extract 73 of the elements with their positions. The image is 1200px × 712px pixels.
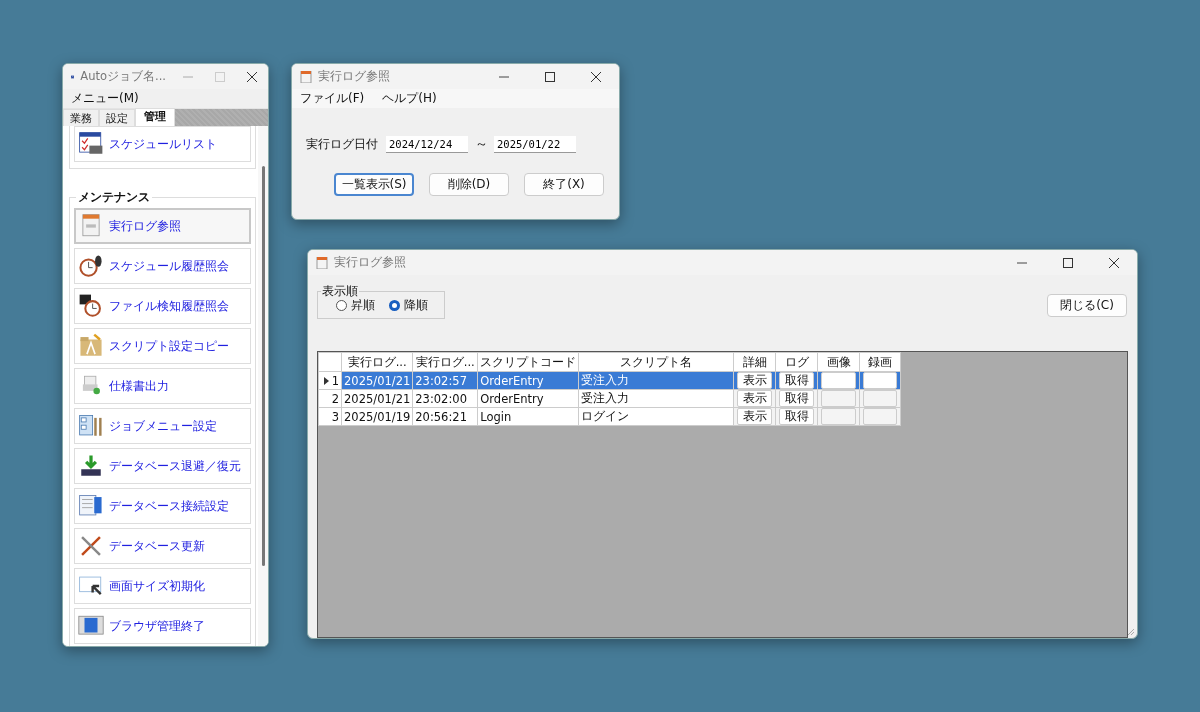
row-header[interactable]: 2 (318, 389, 342, 408)
menu-label: ブラウザ管理終了 (109, 618, 205, 634)
window-title: Autoジョブ名... (80, 69, 166, 84)
table-cell: ログイン (578, 407, 734, 426)
menu-label: 実行ログ参照 (109, 218, 181, 234)
menu-card[interactable]: 画面サイズ初期化 (74, 568, 251, 604)
menu-item[interactable]: メニュー(M) (69, 90, 141, 107)
cell-button[interactable]: 取得 (779, 372, 815, 389)
column-header[interactable]: 録画 (859, 352, 901, 372)
dialog-button[interactable]: 削除(D) (429, 173, 509, 196)
window-title: 実行ログ参照 (318, 68, 390, 85)
column-header[interactable]: スクリプトコード (477, 352, 579, 372)
field-label: 実行ログ日付 (306, 135, 379, 153)
table-cell: 受注入力 (578, 389, 734, 408)
menu-label: スクリプト設定コピー (109, 338, 229, 354)
column-header[interactable]: ログ (775, 352, 818, 372)
menu-label: ジョブメニュー設定 (109, 418, 217, 434)
column-header[interactable]: 実行ログ... (412, 352, 478, 372)
close-button[interactable]: 閉じる(C) (1047, 294, 1127, 317)
row-header[interactable]: 3 (318, 407, 342, 426)
cell-button[interactable]: 表示 (737, 372, 773, 389)
menu-card[interactable]: データベース更新 (74, 528, 251, 564)
table-cell: 20:56:21 (412, 407, 478, 426)
cell-button[interactable]: 表示 (737, 390, 773, 407)
column-header[interactable]: スクリプト名 (578, 352, 734, 372)
menu-card[interactable]: 実行ログ参照 (74, 208, 251, 244)
menu-card[interactable]: スケジュールリスト (74, 126, 251, 162)
row-number: 2 (330, 391, 339, 406)
table-cell: OrderEntry (477, 389, 579, 408)
row-header[interactable]: 1 (318, 371, 342, 390)
menu-item[interactable]: ファイル(F) (298, 90, 367, 107)
date-field[interactable]: 2025/01/22 (494, 135, 576, 153)
menu-label: スケジュール履歴照会 (109, 258, 229, 274)
section-title: メンテナンス (76, 189, 152, 206)
menu-label: データベース退避／復元 (109, 458, 241, 474)
radio-label: 昇順 (351, 297, 375, 314)
cell-button[interactable]: 取得 (779, 408, 815, 425)
group-title: 表示順 (321, 283, 359, 300)
column-header[interactable]: 画像 (817, 352, 860, 372)
menu-card[interactable]: スケジュール履歴照会 (74, 248, 251, 284)
menu-card[interactable]: データベース退避／復元 (74, 448, 251, 484)
row-number: 3 (330, 409, 339, 424)
menu-card[interactable]: ブラウザ管理終了 (74, 608, 251, 644)
cell-button[interactable]: 表示 (737, 408, 773, 425)
menu-item[interactable]: ヘルプ(H) (380, 90, 439, 107)
tab[interactable]: 管理 (135, 108, 175, 126)
menu-label: 仕様書出力 (109, 378, 169, 394)
column-header[interactable]: 実行ログ... (341, 352, 413, 372)
menu-card[interactable]: 仕様書出力 (74, 368, 251, 404)
menu-card[interactable]: ジョブメニュー設定 (74, 408, 251, 444)
menu-label: ファイル検知履歴照会 (109, 298, 229, 314)
menu-card[interactable]: スクリプト設定コピー (74, 328, 251, 364)
cell-button[interactable]: 取得 (779, 390, 815, 407)
row-number: 1 (330, 373, 339, 388)
table-cell: Login (477, 407, 579, 426)
radio-label: 降順 (404, 297, 428, 314)
menu-card[interactable]: ファイル検知履歴照会 (74, 288, 251, 324)
menu-label: データベース更新 (109, 538, 205, 554)
menu-label: スケジュールリスト (109, 136, 217, 152)
menu-label: データベース接続設定 (109, 498, 229, 514)
window-title: 実行ログ参照 (334, 254, 406, 271)
range-separator: ～ (473, 135, 489, 153)
table-cell: 23:02:00 (412, 389, 478, 408)
dialog-button[interactable]: 終了(X) (524, 173, 604, 196)
menu-label: 画面サイズ初期化 (109, 578, 205, 594)
column-header[interactable]: 詳細 (733, 352, 776, 372)
tab[interactable]: 設定 (99, 109, 135, 126)
table-cell: 2025/01/21 (341, 389, 413, 408)
date-field[interactable]: 2024/12/24 (386, 135, 468, 153)
tab[interactable]: 業務 (63, 109, 99, 126)
dialog-button[interactable]: 一覧表示(S) (334, 173, 414, 196)
menu-card[interactable]: データベース接続設定 (74, 488, 251, 524)
table-cell: 2025/01/19 (341, 407, 413, 426)
